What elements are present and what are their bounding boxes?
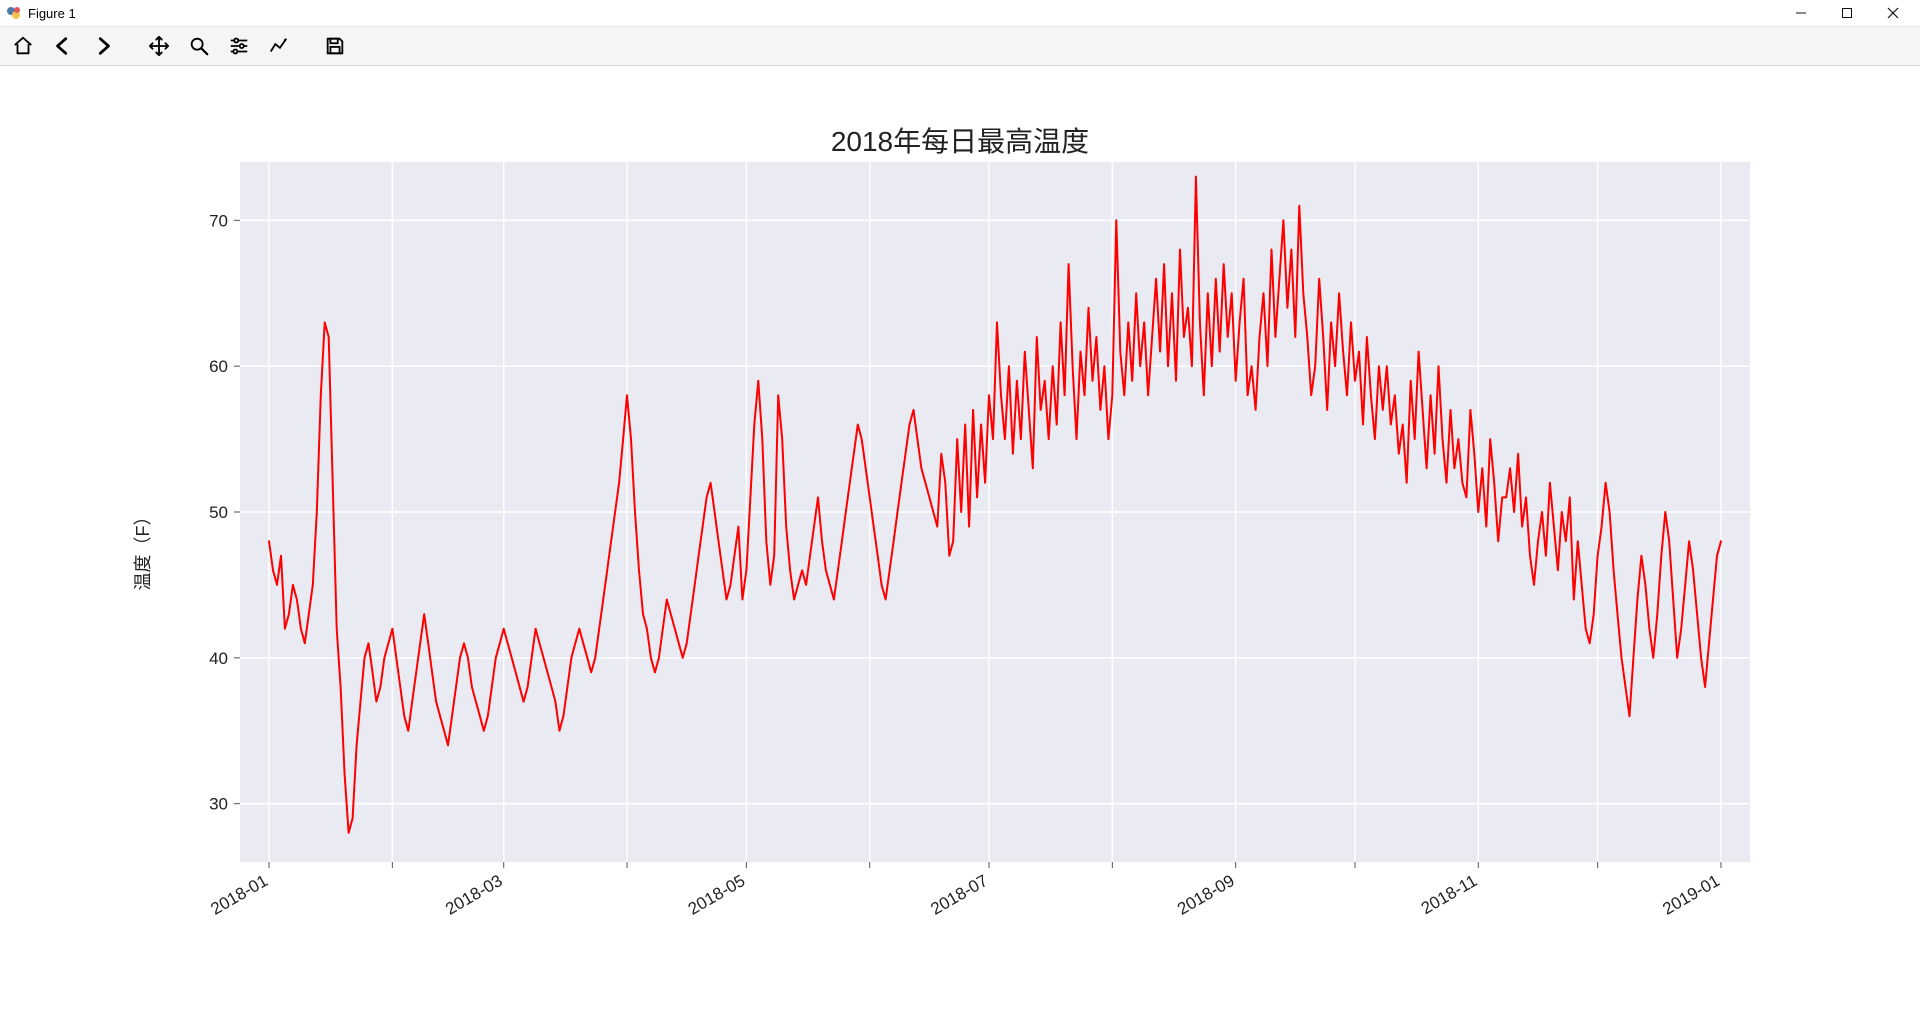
x-tick-label: 2018-01 [208,871,272,919]
figure-toolbar [0,26,1920,66]
edit-axes-button[interactable] [262,31,296,61]
x-tick-label: 2018-07 [928,871,992,919]
forward-button[interactable] [86,31,120,61]
minimize-button[interactable] [1778,0,1824,26]
x-tick-label: 2018-09 [1174,871,1238,919]
x-tick-label: 2018-11 [1418,871,1480,918]
y-tick-label: 70 [209,211,228,230]
home-button[interactable] [6,31,40,61]
x-tick-label: 2018-05 [685,871,749,919]
chart-plot: 30405060702018-012018-032018-052018-0720… [0,66,1920,1030]
y-tick-label: 40 [209,649,228,668]
pan-button[interactable] [142,31,176,61]
back-button[interactable] [46,31,80,61]
window-titlebar: Figure 1 [0,0,1920,26]
y-tick-label: 60 [209,357,228,376]
zoom-button[interactable] [182,31,216,61]
x-tick-label: 2018-03 [442,871,506,919]
y-tick-label: 50 [209,503,228,522]
app-icon [6,5,22,21]
maximize-button[interactable] [1824,0,1870,26]
figure-canvas[interactable]: 2018年每日最高温度 温度（F） 30405060702018-012018-… [0,66,1920,1030]
window-title: Figure 1 [28,6,76,21]
close-button[interactable] [1870,0,1916,26]
x-tick-label: 2019-01 [1659,871,1723,919]
save-button[interactable] [318,31,352,61]
y-tick-label: 30 [209,795,228,814]
configure-subplots-button[interactable] [222,31,256,61]
